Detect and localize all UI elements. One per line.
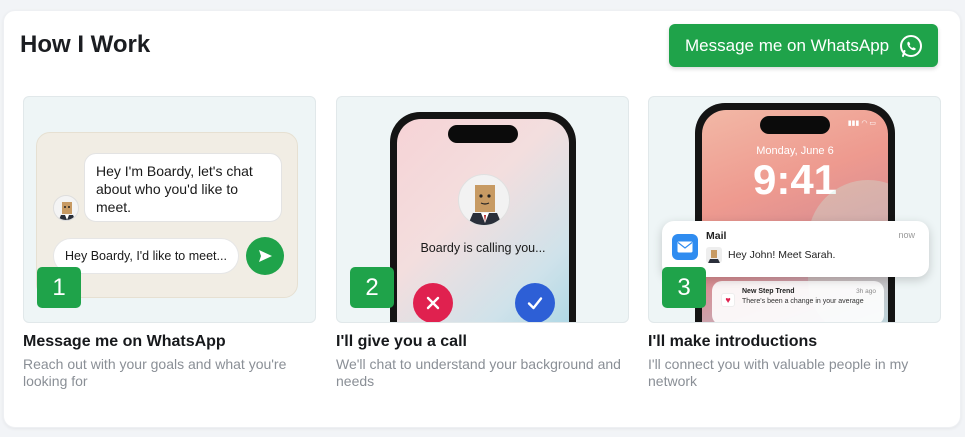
step-number-badge: 1 [37,267,81,308]
step-title: Message me on WhatsApp [23,333,226,350]
step-card-1: Hey I'm Boardy, let's chat about who you… [23,96,316,323]
mail-app-icon [672,234,698,260]
send-icon [259,250,272,262]
notif-app-name: Mail [706,230,727,242]
step-description: We'll chat to understand your background… [336,356,621,389]
close-icon [426,296,440,310]
phone-mockup: Boardy is calling you... [390,112,576,322]
whatsapp-button-label: Message me on WhatsApp [685,35,890,55]
envelope-icon [677,241,693,253]
accept-call-button[interactable] [515,283,555,322]
dynamic-island [760,116,830,134]
check-icon [527,297,543,310]
notif2-time: 3h ago [856,288,876,295]
step-description: I'll connect you with valuable people in… [648,356,909,389]
phone-lock-screen: ▮▮▮ ◠ ▭ Monday, June 6 9:41 ♥ New Step T… [702,110,888,322]
boardy-chat-bubble: Hey I'm Boardy, let's chat about who you… [84,153,282,222]
step-card-3: ▮▮▮ ◠ ▭ Monday, June 6 9:41 ♥ New Step T… [648,96,941,323]
heart-icon: ♥ [721,293,735,307]
notif-time: now [898,230,915,240]
decline-call-button[interactable] [413,283,453,322]
secondary-notification: ♥ New Step Trend 3h ago There's been a c… [712,281,884,322]
step-card-2: Boardy is calling you... 2 [336,96,629,323]
step-title: I'll make introductions [648,333,818,350]
notif-text: Hey John! Meet Sarah. [728,249,836,261]
status-icons: ▮▮▮ ◠ ▭ [847,120,876,127]
step-number-badge: 3 [662,267,706,308]
message-input[interactable]: Hey Boardy, I'd like to meet... [53,238,239,274]
dynamic-island [448,125,518,143]
section-title: How I Work [20,31,151,58]
phone-mockup: ▮▮▮ ◠ ▭ Monday, June 6 9:41 ♥ New Step T… [695,103,895,322]
whatsapp-icon [900,35,922,57]
step-description: Reach out with your goals and what you'r… [23,356,287,389]
notif2-title: New Step Trend [742,288,795,295]
step-title: I'll give you a call [336,333,467,350]
notif2-text: There's been a change in your average [742,298,864,305]
send-button[interactable] [246,237,284,275]
boardy-avatar [53,195,79,221]
phone-screen: Boardy is calling you... [397,119,569,322]
calling-text: Boardy is calling you... [420,241,546,255]
whatsapp-message-button[interactable]: Message me on WhatsApp [669,24,938,67]
caller-avatar [458,174,510,226]
notif-avatar [706,247,722,263]
step-number-badge: 2 [350,267,394,308]
